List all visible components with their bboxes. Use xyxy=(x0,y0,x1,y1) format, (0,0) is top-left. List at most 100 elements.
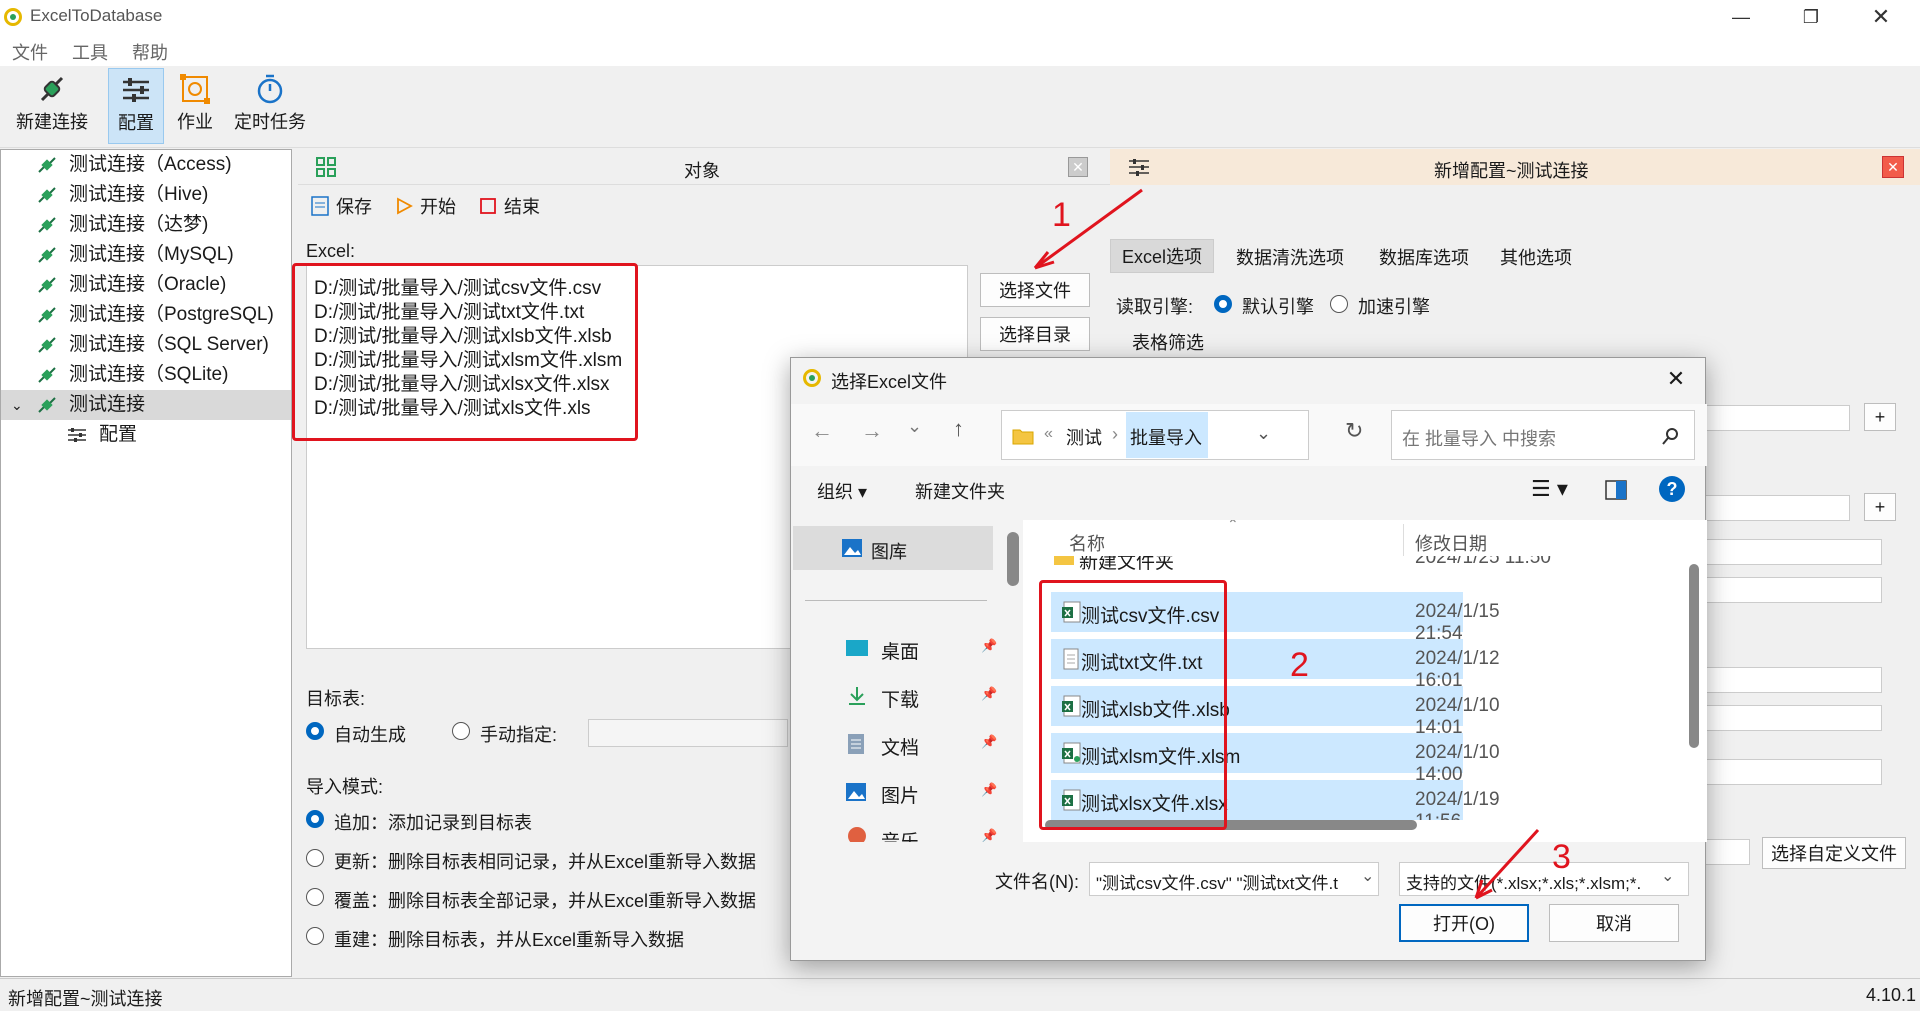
nav-pictures[interactable]: 图片 📌 xyxy=(841,772,1001,812)
mode-update-radio[interactable] xyxy=(306,849,324,867)
engine-default-radio[interactable] xyxy=(1214,295,1232,313)
config-panel-title: 新增配置~测试连接 xyxy=(1434,161,1589,181)
option-input[interactable] xyxy=(1700,577,1882,603)
engine-fast-radio[interactable] xyxy=(1330,295,1348,313)
option-input[interactable] xyxy=(1700,759,1882,785)
filename-input[interactable]: "测试csv文件.csv" "测试txt文件.t xyxy=(1089,862,1379,896)
minimize-button[interactable]: — xyxy=(1706,0,1776,34)
mode-rebuild-radio[interactable] xyxy=(306,927,324,945)
search-input[interactable]: 在 批量导入 中搜索 xyxy=(1391,410,1695,460)
menu-bar: 文件 工具 帮助 xyxy=(0,34,1920,66)
refresh-icon[interactable]: ↻ xyxy=(1345,418,1363,444)
nav-documents[interactable]: 文档 📌 xyxy=(841,724,1001,764)
tab-data-cleaning[interactable]: 数据清洗选项 xyxy=(1220,241,1360,273)
close-icon[interactable]: ✕ xyxy=(1068,157,1088,177)
nav-music[interactable]: 音乐📌 xyxy=(841,818,1001,842)
object-toolbar: 保存 开始 结束 xyxy=(310,193,540,219)
tree-item-oracle[interactable]: 测试连接（Oracle) xyxy=(1,270,291,300)
add-filter-button[interactable]: + xyxy=(1864,493,1896,521)
chevron-down-icon[interactable]: ⌄ xyxy=(1661,866,1674,886)
maximize-button[interactable]: ❐ xyxy=(1776,0,1846,34)
auto-generate-radio[interactable] xyxy=(306,722,324,740)
vertical-scrollbar[interactable] xyxy=(1689,564,1699,748)
option-input[interactable] xyxy=(1700,667,1882,693)
nav-scrollbar[interactable] xyxy=(1007,532,1019,586)
address-bar[interactable]: « 测试 › 批量导入 ⌄ xyxy=(1001,410,1309,460)
tab-other-options[interactable]: 其他选项 xyxy=(1488,241,1584,273)
forward-arrow-icon[interactable]: → xyxy=(861,418,883,444)
open-button[interactable]: 打开(O) xyxy=(1399,904,1529,942)
breadcrumb-test[interactable]: 测试 xyxy=(1066,424,1102,450)
chevron-down-icon[interactable]: ⌄ xyxy=(1256,423,1271,444)
menu-tools[interactable]: 工具 xyxy=(72,39,108,65)
column-header-date[interactable]: 修改日期 xyxy=(1415,530,1487,556)
document-icon xyxy=(848,734,864,754)
menu-help[interactable]: 帮助 xyxy=(132,39,168,65)
new-folder-button[interactable]: 新建文件夹 xyxy=(915,478,1005,504)
organize-button[interactable]: 组织 ▾ xyxy=(817,478,867,504)
preview-pane-icon[interactable] xyxy=(1605,480,1627,500)
tree-item-sqlserver[interactable]: 测试连接（SQL Server) xyxy=(1,330,291,360)
tree-item-dameng[interactable]: 测试连接（达梦) xyxy=(1,210,291,240)
filter-input[interactable] xyxy=(1700,405,1850,431)
new-connection-button[interactable]: 新建连接 xyxy=(6,68,98,144)
chevron-down-icon[interactable]: ⌄ xyxy=(11,390,23,420)
up-arrow-icon[interactable]: ↑ xyxy=(953,416,964,442)
end-button[interactable]: 结束 xyxy=(478,193,540,219)
select-directory-button[interactable]: 选择目录 xyxy=(980,317,1090,351)
excel-file-path: D:/测试/批量导入/测试txt文件.txt xyxy=(314,302,585,323)
custom-file-input[interactable] xyxy=(1700,839,1750,865)
chevron-down-icon[interactable]: ⌄ xyxy=(907,416,922,437)
dialog-title: 选择Excel文件 xyxy=(831,372,948,392)
tree-item-test-connection[interactable]: ⌄ 测试连接 xyxy=(1,390,291,420)
start-button[interactable]: 开始 xyxy=(394,193,456,219)
breadcrumb-batch-import[interactable]: 批量导入 xyxy=(1126,412,1208,458)
tree-item-mysql[interactable]: 测试连接（MySQL) xyxy=(1,240,291,270)
manual-specify-radio[interactable] xyxy=(452,722,470,740)
tab-excel-options[interactable]: Excel选项 xyxy=(1110,239,1214,273)
option-input[interactable] xyxy=(1700,539,1882,565)
option-input[interactable] xyxy=(1700,705,1882,731)
file-type-select[interactable]: 支持的文件(*.xlsx;*.xls;*.xlsm;*. xyxy=(1399,862,1689,896)
excel-file-path: D:/测试/批量导入/测试xlsm文件.xlsm xyxy=(314,350,623,371)
select-file-button[interactable]: 选择文件 xyxy=(980,273,1090,307)
chevron-down-icon[interactable]: ⌄ xyxy=(1361,866,1374,886)
cancel-button[interactable]: 取消 xyxy=(1549,904,1679,942)
toolbar: 新建连接 配置 作业 定时任务 xyxy=(0,66,1920,148)
close-icon[interactable]: ✕ xyxy=(1882,156,1904,178)
stopwatch-icon xyxy=(257,74,283,104)
select-custom-file-button[interactable]: 选择自定义文件 xyxy=(1762,837,1906,869)
filter-input[interactable] xyxy=(1700,495,1850,521)
mode-overwrite-radio[interactable] xyxy=(306,888,324,906)
column-header-name[interactable]: 名称 xyxy=(1069,530,1105,556)
config-button[interactable]: 配置 xyxy=(108,68,164,144)
view-options-icon[interactable]: ☰ ▾ xyxy=(1531,476,1568,502)
job-button[interactable]: 作业 xyxy=(170,68,220,144)
dialog-close-button[interactable]: ✕ xyxy=(1651,362,1701,396)
tree-item-postgresql[interactable]: 测试连接（PostgreSQL) xyxy=(1,300,291,330)
tab-database-options[interactable]: 数据库选项 xyxy=(1366,241,1482,273)
annotation-number-2: 2 xyxy=(1290,646,1309,684)
tree-item-config[interactable]: 配置 xyxy=(1,420,291,450)
mode-rebuild-label: 重建：删除目标表，并从Excel重新导入数据 xyxy=(334,930,685,950)
nav-downloads[interactable]: 下载 📌 xyxy=(841,676,1001,716)
save-button[interactable]: 保存 xyxy=(310,193,372,219)
tree-item-access[interactable]: 测试连接（Access) xyxy=(1,150,291,180)
connection-icon xyxy=(38,217,56,233)
manual-table-input[interactable] xyxy=(588,719,788,747)
back-arrow-icon[interactable]: ← xyxy=(811,418,833,444)
nav-gallery[interactable]: 图库 xyxy=(793,526,993,570)
tree-item-sqlite[interactable]: 测试连接（SQLite) xyxy=(1,360,291,390)
version-text: 4.10.1 xyxy=(1866,985,1917,1005)
connection-tree: 测试连接（Access) 测试连接（Hive) 测试连接（达梦) 测试连接（My… xyxy=(0,149,292,977)
schedule-button[interactable]: 定时任务 xyxy=(230,68,310,144)
help-icon[interactable]: ? xyxy=(1659,476,1685,502)
menu-file[interactable]: 文件 xyxy=(12,39,48,65)
tree-item-hive[interactable]: 测试连接（Hive) xyxy=(1,180,291,210)
add-filter-button[interactable]: + xyxy=(1864,403,1896,431)
sort-up-icon: ⌃ xyxy=(1227,520,1239,532)
nav-desktop[interactable]: 桌面 📌 xyxy=(841,628,1001,668)
save-icon xyxy=(311,196,329,216)
close-window-button[interactable]: ✕ xyxy=(1846,0,1916,34)
mode-append-radio[interactable] xyxy=(306,810,324,828)
